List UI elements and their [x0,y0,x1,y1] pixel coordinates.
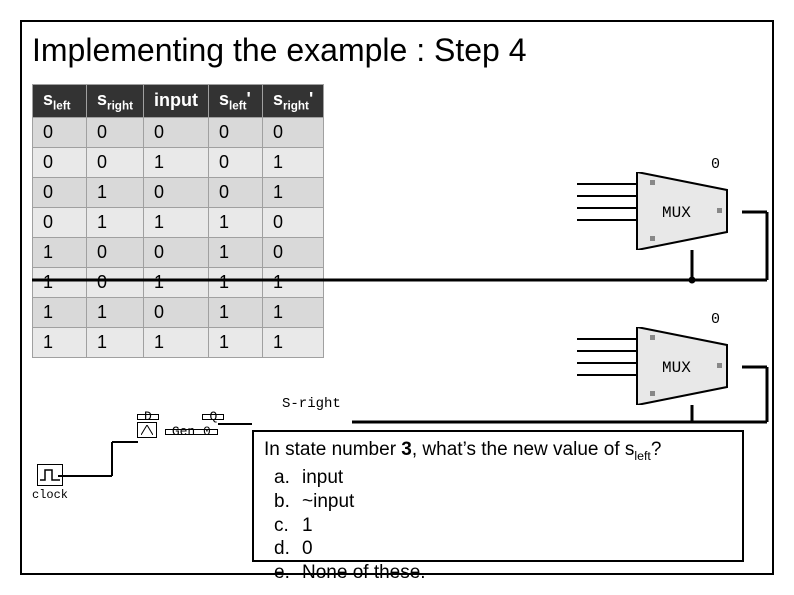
table-cell: 0 [87,147,144,177]
option-text: ~input [302,490,354,514]
mux-index-label: 0 [711,311,720,328]
clock-wave-icon [37,464,63,486]
answer-option: c.1 [274,514,732,538]
mux-index-label: 0 [711,156,720,173]
table-header-row: sleft sright input sleft' sright' [33,85,324,118]
col-sleft: sleft [33,85,87,118]
col-input: input [143,85,208,118]
option-text: 0 [302,537,313,561]
question-stem: In state number 3, what’s the new value … [264,439,661,460]
table-row: 01110 [33,207,324,237]
answer-option: b.~input [274,490,732,514]
table-row: 10111 [33,267,324,297]
clk-tri-icon [137,422,157,438]
table-cell: 1 [262,267,323,297]
col-sright: sright [87,85,144,118]
option-letter: c. [274,514,302,538]
table-cell: 1 [33,237,87,267]
table-cell: 0 [262,207,323,237]
col-sleft-prime: sleft' [208,85,262,118]
slide: Implementing the example : Step 4 sleft … [20,20,774,575]
table-cell: 0 [87,237,144,267]
page-title: Implementing the example : Step 4 [32,32,527,69]
table-cell: 0 [33,117,87,147]
q-port: Q [202,414,224,420]
table-row: 10010 [33,237,324,267]
table-row: 00000 [33,117,324,147]
table-cell: 1 [87,177,144,207]
table-cell: 1 [208,267,262,297]
table-cell: 1 [208,237,262,267]
table-cell: 1 [208,297,262,327]
table-cell: 0 [208,177,262,207]
col-sright-prime: sright' [262,85,323,118]
table-cell: 1 [208,327,262,357]
option-text: None of these. [302,561,426,585]
option-letter: b. [274,490,302,514]
table-row: 01001 [33,177,324,207]
table-cell: 0 [143,297,208,327]
table-cell: 1 [87,297,144,327]
option-letter: a. [274,466,302,490]
table-cell: 0 [87,117,144,147]
table-cell: 1 [87,207,144,237]
table-cell: 0 [33,207,87,237]
d-port: D [137,414,159,420]
table-cell: 0 [262,237,323,267]
clock-source: clock [32,464,68,502]
gen0-label: Gen 0 [165,429,218,435]
option-text: 1 [302,514,313,538]
answer-option: a.input [274,466,732,490]
table-cell: 0 [87,267,144,297]
question-box: In state number 3, what’s the new value … [252,430,744,562]
mux-top: 0 MUX [632,172,742,250]
clock-label: clock [32,488,68,502]
flipflop-block: D Q Gen 0 [137,414,224,438]
table-row: 11011 [33,297,324,327]
table-cell: 0 [143,237,208,267]
answer-option: d.0 [274,537,732,561]
table-cell: 0 [208,117,262,147]
table-cell: 1 [143,147,208,177]
truth-table: sleft sright input sleft' sright' 000000… [32,84,324,358]
table-cell: 0 [33,147,87,177]
table-cell: 0 [262,117,323,147]
table-cell: 0 [33,177,87,207]
table-cell: 1 [33,327,87,357]
table-row: 11111 [33,327,324,357]
mux-bottom: 0 MUX [632,327,742,405]
answer-option: e.None of these. [274,561,732,585]
table-cell: 1 [262,327,323,357]
table-cell: 1 [87,327,144,357]
table-cell: 1 [143,267,208,297]
s-right-label: S-right [282,396,341,412]
table-cell: 0 [143,117,208,147]
table-cell: 1 [262,147,323,177]
table-cell: 1 [262,177,323,207]
mux-label: MUX [662,359,691,377]
table-cell: 1 [143,327,208,357]
option-letter: d. [274,537,302,561]
table-row: 00101 [33,147,324,177]
table-cell: 1 [33,297,87,327]
table-cell: 1 [208,207,262,237]
mux-label: MUX [662,204,691,222]
option-letter: e. [274,561,302,585]
table-cell: 0 [143,177,208,207]
table-cell: 1 [262,297,323,327]
table-cell: 0 [208,147,262,177]
option-text: input [302,466,343,490]
background-text-fragment: he next each tate? ? [344,207,423,297]
table-cell: 1 [143,207,208,237]
table-cell: 1 [33,267,87,297]
